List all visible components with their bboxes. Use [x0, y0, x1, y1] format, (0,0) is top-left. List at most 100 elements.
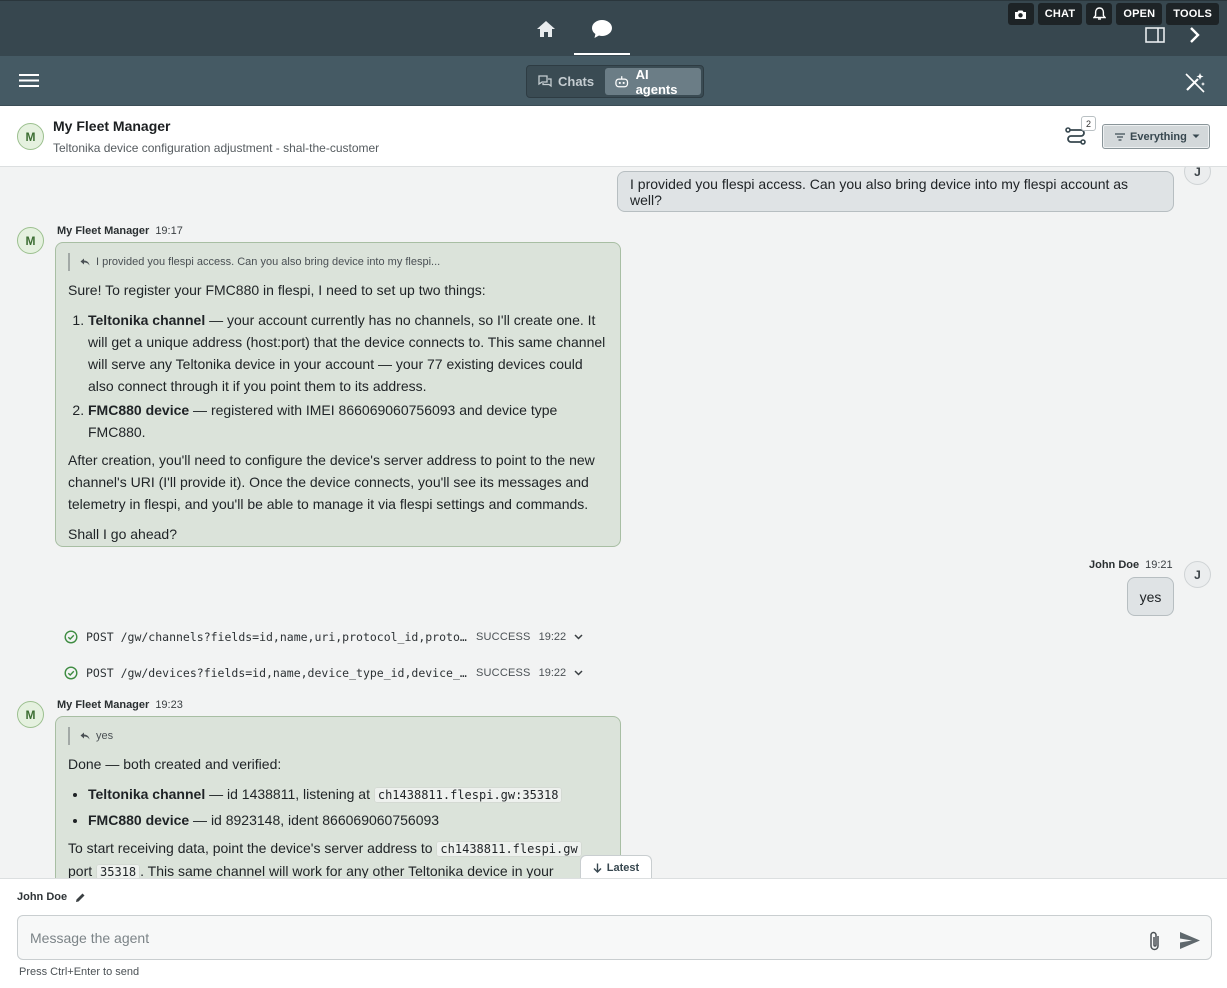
send-button[interactable]	[1179, 931, 1201, 955]
user-message: I provided you flespi access. Can you al…	[617, 171, 1174, 212]
tools-button[interactable]: TOOLS	[1166, 3, 1219, 25]
message-paragraph: After creation, you'll need to configure…	[68, 452, 595, 512]
list-item-text: — id 1438811, listening at	[205, 786, 374, 802]
list-item: FMC880 device — id 8923148, ident 866069…	[88, 809, 608, 831]
list-item-title: Teltonika channel	[88, 786, 206, 802]
filter-icon	[1115, 132, 1125, 141]
message-time: 19:17	[155, 225, 183, 237]
tab-chats-label: Chats	[558, 74, 595, 89]
message-time: 19:23	[155, 699, 183, 711]
message-paragraph: To start receiving data, point the devic…	[68, 837, 608, 878]
list-item: Teltonika channel — your account current…	[88, 309, 608, 397]
reply-icon	[80, 732, 90, 740]
check-circle-icon	[64, 666, 78, 680]
inline-code: ch1438811.flespi.gw	[436, 841, 582, 857]
chat-thread[interactable]: J I provided you flespi access. Can you …	[0, 167, 1227, 878]
reply-quote-text: I provided you flespi access. Can you al…	[96, 256, 441, 268]
message-author: My Fleet Manager	[57, 225, 150, 237]
paragraph-text: port	[68, 863, 97, 878]
chat-button[interactable]: CHAT	[1037, 3, 1083, 25]
tool-call-row[interactable]: POST /gw/devices?fields=id,name,device_t…	[64, 664, 583, 682]
message-input[interactable]	[17, 915, 1212, 960]
chevron-down-icon[interactable]	[574, 670, 583, 676]
agent-avatar: M	[17, 701, 44, 728]
filter-dropdown[interactable]: Everything	[1102, 124, 1210, 149]
page-title: My Fleet Manager	[53, 118, 171, 134]
tab-chats[interactable]: Chats	[529, 68, 603, 95]
user-message-text: I provided you flespi access. Can you al…	[630, 175, 1129, 208]
user-message-text: yes	[1139, 588, 1162, 605]
latest-label: Latest	[606, 862, 640, 874]
scroll-to-latest-button[interactable]: Latest	[580, 855, 652, 878]
caret-down-icon	[1192, 134, 1200, 138]
message-intro: Done — both created and verified:	[68, 756, 282, 772]
filter-label: Everything	[1130, 130, 1187, 143]
attach-button[interactable]	[1148, 930, 1162, 957]
tool-call-path: POST /gw/devices?fields=id,name,device_t…	[86, 666, 468, 680]
paragraph-text: . This same channel will work for any ot…	[140, 863, 554, 878]
message-question: Shall I go ahead?	[68, 526, 177, 542]
split-view-icon	[1145, 27, 1165, 43]
chats-icon	[538, 75, 552, 88]
send-hint: Press Ctrl+Enter to send	[19, 966, 140, 978]
reply-quote[interactable]: I provided you flespi access. Can you al…	[68, 253, 608, 271]
message-author: John Doe	[1089, 559, 1140, 571]
screenshot-button[interactable]	[1007, 3, 1034, 25]
chevron-right-icon	[1190, 27, 1200, 43]
reply-quote-text: yes	[96, 730, 114, 742]
message-composer: John Doe Press Ctrl+Enter to send	[0, 878, 1227, 988]
hamburger-menu-icon	[19, 74, 39, 87]
home-icon	[537, 21, 555, 37]
list-item: Teltonika channel — id 1438811, listenin…	[88, 783, 608, 806]
open-button[interactable]: OPEN	[1116, 3, 1163, 25]
tool-call-status: SUCCESS	[476, 631, 531, 643]
nav-chat[interactable]	[574, 1, 630, 57]
message-time: 19:21	[1145, 559, 1173, 571]
camera-icon	[1015, 10, 1027, 19]
magic-wand-off-icon	[1185, 73, 1205, 93]
chevron-down-icon[interactable]	[574, 634, 583, 640]
top-bar: CHAT OPEN TOOLS	[0, 0, 1227, 56]
list-item-text: — id 8923148, ident 866069060756093	[189, 812, 440, 828]
user-message: yes	[1127, 577, 1174, 616]
tool-call-time: 19:22	[538, 667, 567, 679]
message-list: Teltonika channel — id 1438811, listenin…	[68, 783, 608, 831]
flows-count-badge: 2	[1081, 116, 1096, 131]
agent-avatar: M	[17, 227, 44, 254]
chat-bubble-icon	[592, 20, 612, 38]
tool-call-path: POST /gw/channels?fields=id,name,uri,pro…	[86, 630, 468, 644]
conversation-header: M My Fleet Manager Teltonika device conf…	[0, 106, 1227, 167]
composer-author-name: John Doe	[17, 891, 68, 903]
magic-off-button[interactable]	[1184, 71, 1206, 98]
conversation-subtitle: Teltonika device configuration adjustmen…	[53, 141, 380, 155]
paragraph-text: To start receiving data, point the devic…	[68, 840, 437, 856]
list-item-title: Teltonika channel	[88, 312, 206, 328]
agent-avatar: M	[17, 123, 44, 150]
tab-ai-agents[interactable]: AI agents	[605, 67, 701, 97]
inline-code: ch1438811.flespi.gw:35318	[373, 787, 563, 803]
tool-call-status: SUCCESS	[476, 667, 531, 679]
tool-call-row[interactable]: POST /gw/channels?fields=id,name,uri,pro…	[64, 628, 583, 646]
mode-switcher: Chats AI agents	[526, 65, 704, 98]
message-list: Teltonika channel — your account current…	[68, 309, 608, 443]
list-item-title: FMC880 device	[88, 402, 190, 418]
agent-message: yes Done — both created and verified: Te…	[55, 716, 621, 878]
check-circle-icon	[64, 630, 78, 644]
list-item-title: FMC880 device	[88, 812, 190, 828]
paperclip-icon	[1150, 931, 1159, 951]
reply-quote[interactable]: yes	[68, 727, 608, 745]
user-avatar: J	[1184, 167, 1211, 185]
pencil-icon[interactable]	[75, 892, 86, 903]
split-view-button[interactable]	[1145, 27, 1165, 48]
inline-code: 35318	[96, 864, 141, 878]
notifications-button[interactable]	[1086, 3, 1113, 25]
collapse-panel-button[interactable]	[1188, 26, 1202, 49]
menu-button[interactable]	[19, 73, 39, 93]
list-item: FMC880 device — registered with IMEI 866…	[88, 399, 608, 443]
agent-message: I provided you flespi access. Can you al…	[55, 242, 621, 547]
user-avatar: J	[1184, 561, 1211, 588]
send-icon	[1180, 932, 1200, 949]
message-intro: Sure! To register your FMC880 in flespi,…	[68, 282, 486, 298]
nav-home[interactable]	[518, 1, 574, 57]
message-meta: John Doe 19:21	[1089, 559, 1173, 571]
